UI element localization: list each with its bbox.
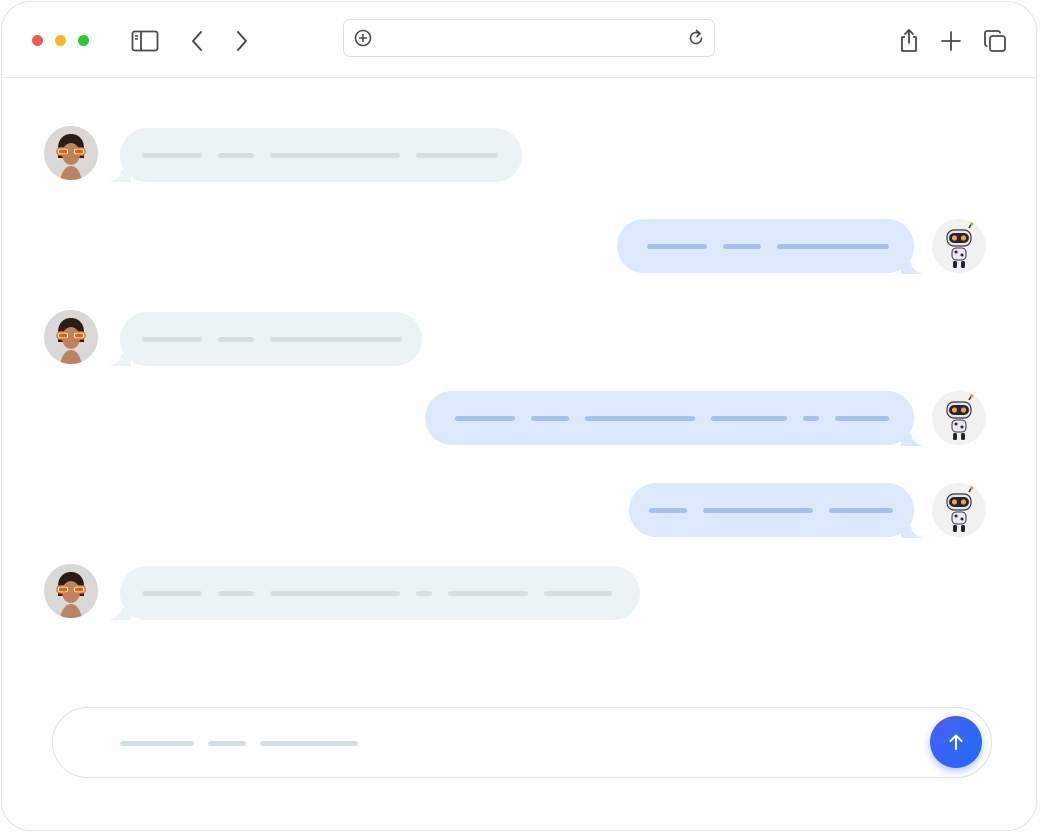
input-text-placeholder bbox=[120, 741, 372, 746]
robot-avatar bbox=[932, 483, 986, 537]
back-icon[interactable] bbox=[182, 26, 212, 56]
text-placeholder bbox=[270, 152, 400, 158]
arrow-up-icon bbox=[949, 734, 963, 750]
zoom-window-button[interactable] bbox=[78, 35, 89, 46]
chat-bubble-incoming bbox=[120, 128, 522, 182]
text-placeholder bbox=[120, 741, 194, 746]
text-placeholder bbox=[803, 415, 819, 421]
text-placeholder bbox=[649, 507, 687, 513]
text-placeholder bbox=[647, 243, 707, 249]
browser-window bbox=[1, 1, 1037, 831]
text-placeholder bbox=[270, 336, 402, 342]
text-placeholder bbox=[260, 741, 358, 746]
reload-icon[interactable] bbox=[686, 28, 706, 48]
text-placeholder bbox=[829, 507, 893, 513]
text-placeholder bbox=[544, 590, 612, 596]
text-placeholder bbox=[218, 590, 254, 596]
text-placeholder bbox=[142, 152, 202, 158]
text-placeholder bbox=[835, 415, 889, 421]
text-placeholder bbox=[416, 152, 498, 158]
sidebar-icon[interactable] bbox=[130, 26, 160, 56]
chat-bubble-outgoing bbox=[617, 219, 914, 273]
robot-avatar bbox=[932, 219, 986, 273]
close-window-button[interactable] bbox=[32, 35, 43, 46]
text-placeholder bbox=[723, 243, 761, 249]
text-placeholder bbox=[711, 415, 787, 421]
text-placeholder bbox=[448, 590, 528, 596]
minimize-window-button[interactable] bbox=[55, 35, 66, 46]
woman-with-sunglasses-avatar bbox=[44, 126, 98, 180]
text-placeholder bbox=[703, 507, 813, 513]
forward-icon[interactable] bbox=[227, 26, 257, 56]
chat-bubble-outgoing bbox=[425, 391, 914, 445]
url-bar[interactable] bbox=[343, 19, 715, 57]
robot-avatar bbox=[932, 391, 986, 445]
text-placeholder bbox=[142, 336, 202, 342]
woman-with-sunglasses-avatar bbox=[44, 310, 98, 364]
text-placeholder bbox=[218, 336, 254, 342]
chat-bubble-outgoing bbox=[629, 483, 914, 537]
text-placeholder bbox=[142, 590, 202, 596]
text-placeholder bbox=[416, 590, 432, 596]
text-placeholder bbox=[270, 590, 400, 596]
new-tab-icon[interactable] bbox=[936, 26, 966, 56]
send-button[interactable] bbox=[930, 716, 982, 768]
browser-toolbar bbox=[2, 2, 1036, 78]
text-placeholder bbox=[531, 415, 569, 421]
tabs-icon[interactable] bbox=[980, 26, 1010, 56]
text-placeholder bbox=[585, 415, 695, 421]
chat-bubble-incoming bbox=[120, 312, 422, 366]
text-placeholder bbox=[777, 243, 889, 249]
text-placeholder bbox=[455, 415, 515, 421]
text-placeholder bbox=[218, 152, 254, 158]
share-icon[interactable] bbox=[894, 26, 924, 56]
add-circle-icon[interactable] bbox=[353, 28, 373, 48]
chat-bubble-incoming bbox=[120, 566, 640, 620]
text-placeholder bbox=[208, 741, 246, 746]
message-input[interactable] bbox=[52, 707, 992, 778]
woman-with-sunglasses-avatar bbox=[44, 564, 98, 618]
